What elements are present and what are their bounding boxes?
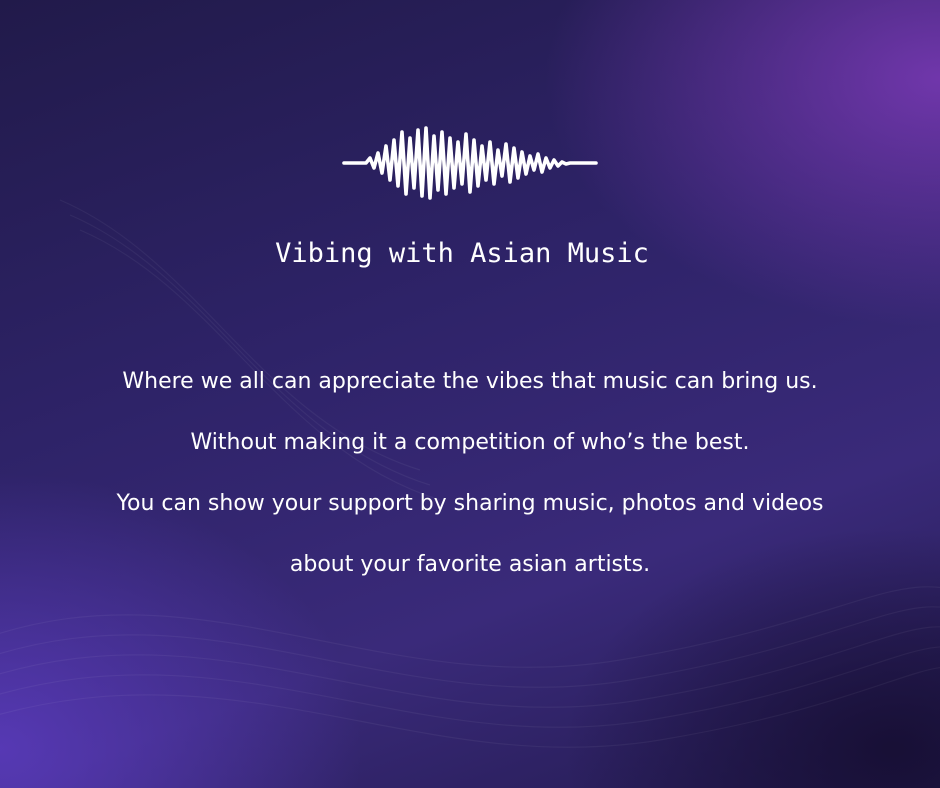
description-line: Without making it a competition of who’s… <box>190 430 750 455</box>
description-line: about your favorite asian artists. <box>289 552 651 577</box>
description-line: Where we all can appreciate the vibes th… <box>122 369 818 394</box>
sound-wave-icon <box>342 126 598 200</box>
vibing-post: { "title": "Vibing with Asian Music", "b… <box>0 0 940 788</box>
description-line: You can show your support by sharing mus… <box>116 491 824 516</box>
page-title: Vibing with Asian Music <box>275 238 649 269</box>
description: Where we all can appreciate the vibes th… <box>0 362 940 606</box>
